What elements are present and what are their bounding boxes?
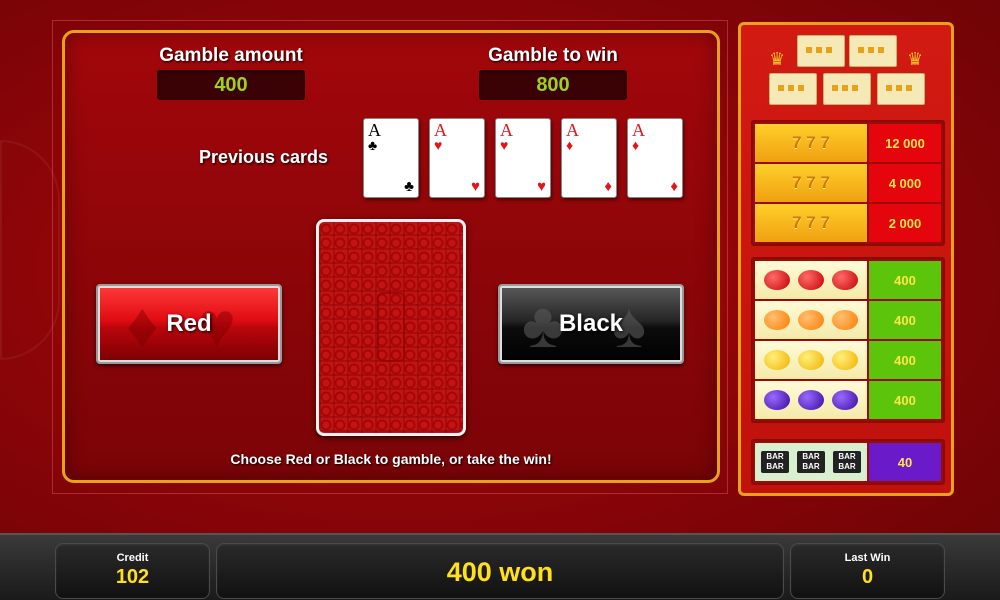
heart-icon: ♥ — [537, 178, 546, 195]
heart-icon: ♥ — [471, 178, 480, 195]
credit-label: Credit — [116, 552, 149, 564]
card-back-pattern — [377, 292, 405, 362]
background-swirl — [0, 140, 60, 360]
red-button[interactable]: ♦ ♥ Red — [96, 284, 282, 364]
previous-card-1: A ♣ ♣ — [363, 118, 419, 198]
payout-value: 400 — [869, 341, 941, 379]
instruction-text: Choose Red or Black to gamble, or take t… — [230, 451, 552, 467]
black-button[interactable]: ♣ ♠ Black — [498, 284, 684, 364]
gamble-to-win-label: Gamble to win — [488, 45, 618, 66]
payout-value: 400 — [869, 261, 941, 299]
single-seven-icon: 7 7 7 — [755, 204, 867, 242]
payout-value: 400 — [869, 301, 941, 339]
previous-card-2: A ♥ ♥ — [429, 118, 485, 198]
red-button-label: Red — [166, 310, 212, 337]
previous-card-5: A ♦ ♦ — [627, 118, 683, 198]
gamble-amount-label: Gamble amount — [159, 45, 303, 66]
paytable-row: 400 — [755, 381, 941, 419]
black-button-label: Black — [558, 310, 624, 337]
heart-icon: ♥ — [500, 137, 509, 153]
last-win-display: Last Win 0 — [790, 543, 945, 599]
payout-value: 2 000 — [869, 204, 941, 242]
gamble-to-win-value: 800 — [479, 70, 627, 100]
credit-value: 102 — [115, 566, 150, 588]
gamble-amount-value: 400 — [157, 70, 305, 100]
previous-card-4: A ♦ ♦ — [561, 118, 617, 198]
card-symbol-icon — [877, 73, 925, 105]
card-symbol-icon — [797, 35, 845, 67]
card-symbol-icon — [849, 35, 897, 67]
previous-card-3: A ♥ ♥ — [495, 118, 551, 198]
lemon-icon — [755, 341, 867, 379]
previous-cards-label: Previous cards — [199, 147, 329, 167]
paytable-row: 7 7 7 2 000 — [755, 204, 941, 242]
diamond-icon: ♦ — [670, 178, 678, 195]
paytable-header: ♛ ♛ — [741, 25, 951, 113]
sevens-group: 7 7 7 12 000 7 7 7 4 000 7 7 7 2 000 — [751, 120, 945, 246]
fruits-group: 400 400 400 400 — [751, 257, 945, 423]
bar-group: BAR BAR BAR BAR BAR BAR 40 — [751, 439, 945, 485]
double-seven-icon: 7 7 7 — [755, 164, 867, 202]
diamond-icon: ♦ — [632, 137, 640, 153]
orange-icon — [755, 301, 867, 339]
heart-icon: ♥ — [434, 137, 443, 153]
bottom-bar: Credit 102 400 won Last Win 0 — [0, 533, 1000, 600]
payout-value: 400 — [869, 381, 941, 419]
last-win-label: Last Win — [844, 552, 891, 564]
paytable-row: BAR BAR BAR BAR BAR BAR 40 — [755, 443, 941, 481]
paytable-row: 7 7 7 4 000 — [755, 164, 941, 202]
diamond-icon: ♦ — [604, 178, 612, 195]
win-message: 400 won — [446, 557, 554, 587]
club-icon: ♣ — [368, 137, 378, 153]
payout-value: 40 — [869, 443, 941, 481]
cherry-icon — [755, 261, 867, 299]
credit-display: Credit 102 — [55, 543, 210, 599]
win-message-display: 400 won — [216, 543, 784, 599]
paytable-row: 7 7 7 12 000 — [755, 124, 941, 162]
paytable-row: 400 — [755, 341, 941, 379]
crown-icon: ♛ — [769, 49, 786, 69]
plum-icon — [755, 381, 867, 419]
crown-icon: ♛ — [907, 49, 924, 69]
last-win-value: 0 — [861, 566, 874, 588]
payout-value: 12 000 — [869, 124, 941, 162]
club-icon: ♣ — [404, 178, 414, 195]
paytable-row: 400 — [755, 301, 941, 339]
paytable-row: 400 — [755, 261, 941, 299]
triple-seven-icon: 7 7 7 — [755, 124, 867, 162]
face-down-card — [316, 219, 466, 436]
card-symbol-icon — [769, 73, 817, 105]
card-symbol-icon — [823, 73, 871, 105]
bar-icon: BAR BAR BAR BAR BAR BAR — [755, 443, 867, 481]
paytable: ♛ ♛ 7 7 7 12 000 7 7 7 4 000 7 7 7 2 000… — [738, 22, 954, 496]
payout-value: 4 000 — [869, 164, 941, 202]
diamond-icon: ♦ — [566, 137, 574, 153]
